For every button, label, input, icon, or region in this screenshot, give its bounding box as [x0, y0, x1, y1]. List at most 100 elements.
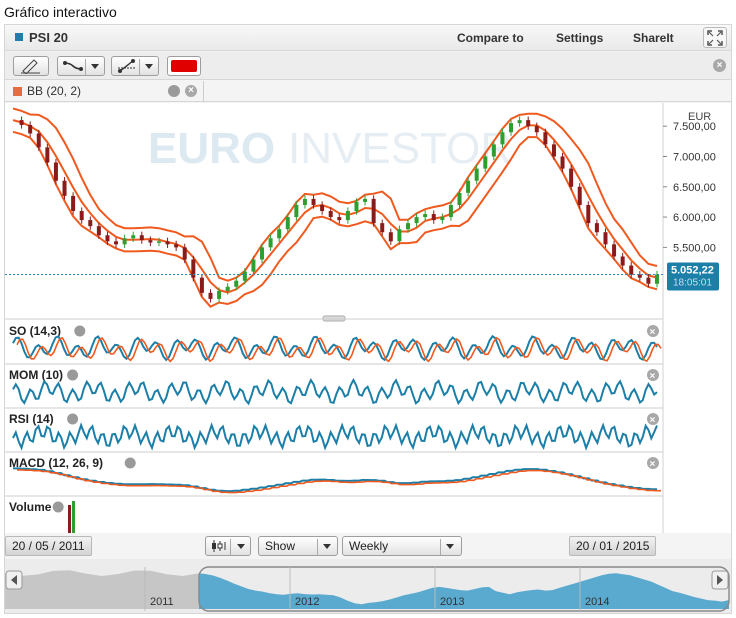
- chevron-down-icon: [237, 544, 245, 549]
- panel-label: MOM (10): [9, 368, 63, 382]
- start-date[interactable]: 20 / 05 / 2011: [5, 536, 92, 556]
- candle-body: [474, 168, 479, 181]
- interval-select-label: Weekly: [349, 539, 389, 553]
- candle-body: [500, 132, 505, 145]
- candle-body: [294, 204, 299, 218]
- panel-label: SO (14,3): [9, 324, 61, 338]
- y-tick-label: 5.500,00: [673, 242, 716, 254]
- candle-body: [655, 274, 659, 284]
- candle-body: [423, 214, 428, 218]
- candle-body: [45, 147, 50, 163]
- candle-body: [242, 271, 247, 281]
- color-swatch: [171, 60, 197, 72]
- chart-type-select[interactable]: [205, 536, 251, 556]
- page-title: Gráfico interactivo: [4, 4, 117, 20]
- chart-widget: PSI 20 Compare to Settings ShareIt × BB …: [4, 24, 732, 614]
- candle-body: [526, 120, 531, 127]
- chart-area[interactable]: EURO INVESTOR EUR 7.500,007.000,006.500,…: [5, 103, 731, 533]
- chevron-down-icon: [91, 64, 99, 69]
- year-label: 2011: [150, 596, 174, 608]
- line-color-button[interactable]: [167, 56, 201, 76]
- remove-indicator-icon[interactable]: ×: [185, 85, 197, 97]
- panel-label: RSI (14): [9, 412, 54, 426]
- candle-body: [354, 201, 359, 212]
- volume-bar: [68, 505, 71, 533]
- shareit-button[interactable]: ShareIt: [633, 31, 674, 45]
- candle-body: [122, 238, 127, 245]
- draw-pen-button[interactable]: [13, 56, 49, 76]
- wrench-icon[interactable]: [124, 457, 136, 469]
- candle-body: [380, 223, 385, 233]
- end-date[interactable]: 20 / 01 / 2015: [569, 536, 657, 556]
- candle-body: [457, 192, 462, 205]
- year-label: 2012: [295, 596, 319, 608]
- close-panel-glyph: ×: [650, 415, 656, 426]
- candle-body: [534, 126, 539, 133]
- candle-body: [174, 244, 179, 248]
- candle-body: [225, 286, 230, 292]
- candle-body: [569, 168, 574, 187]
- compare-to-button[interactable]: Compare to: [457, 31, 524, 45]
- candle-body: [414, 217, 419, 224]
- volume-bar: [72, 501, 75, 533]
- candle-body: [603, 232, 608, 245]
- close-toolbar-icon[interactable]: ×: [713, 59, 726, 72]
- dropdown-separator: [139, 59, 140, 75]
- y-axis-background: [663, 103, 731, 533]
- last-price-label: 5.052,22: [671, 265, 714, 277]
- candle-body: [156, 241, 161, 243]
- candle-body: [260, 247, 265, 260]
- indicator-tab: BB (20, 2) ×: [5, 81, 731, 102]
- fullscreen-icon: [707, 30, 723, 46]
- candle-body: [62, 180, 67, 196]
- dropdown-separator: [230, 539, 231, 555]
- candle-body: [251, 259, 256, 272]
- y-tick-label: 7.000,00: [673, 151, 716, 163]
- drawing-toolbar: ×: [5, 52, 731, 80]
- candle-body: [517, 120, 522, 124]
- candle-body: [388, 232, 393, 242]
- candle-body: [71, 195, 76, 212]
- candle-body: [440, 217, 445, 221]
- wrench-icon[interactable]: [168, 85, 180, 97]
- candle-body: [466, 180, 471, 193]
- candle-body: [328, 211, 333, 218]
- fibonacci-tool-dropdown[interactable]: [111, 56, 159, 76]
- candle-body: [199, 277, 204, 293]
- dropdown-separator: [440, 539, 441, 555]
- candle-body: [182, 247, 187, 260]
- wrench-icon[interactable]: [67, 369, 79, 381]
- wrench-icon[interactable]: [67, 413, 79, 425]
- wrench-icon[interactable]: [52, 501, 64, 513]
- close-panel-glyph: ×: [650, 459, 656, 470]
- pencil-icon: [21, 59, 40, 74]
- fullscreen-button[interactable]: [703, 27, 727, 48]
- range-navigator[interactable]: 2011 2012 2013 2014: [5, 559, 731, 613]
- line-tool-dropdown[interactable]: [57, 56, 105, 76]
- candle-body: [36, 133, 41, 148]
- chart-header: PSI 20 Compare to Settings ShareIt: [5, 25, 731, 51]
- show-select[interactable]: Show: [258, 536, 338, 556]
- last-price-time: 18:05:01: [673, 278, 712, 289]
- candle-body: [311, 198, 316, 205]
- candle-body: [234, 280, 239, 287]
- chevron-down-icon: [145, 64, 153, 69]
- candle-body: [586, 204, 591, 224]
- bottom-controls: 20 / 05 / 2011 Show Weekly 20 / 01 / 201…: [5, 533, 731, 559]
- candle-body: [131, 235, 136, 239]
- dropdown-separator: [317, 539, 318, 555]
- y-tick-label: 6.500,00: [673, 182, 716, 194]
- candle-body: [560, 156, 565, 169]
- candle-body: [629, 265, 634, 275]
- close-panel-glyph: ×: [650, 327, 656, 338]
- close-panel-glyph: ×: [650, 371, 656, 382]
- candle-body: [337, 217, 342, 221]
- candle-body: [612, 244, 617, 257]
- watermark-part2: INVESTOR: [288, 124, 512, 173]
- wrench-icon[interactable]: [74, 325, 86, 337]
- candle-body: [397, 229, 402, 242]
- settings-button[interactable]: Settings: [556, 31, 603, 45]
- interval-select[interactable]: Weekly: [342, 536, 462, 556]
- candle-body: [105, 235, 110, 242]
- candle-body: [285, 217, 290, 230]
